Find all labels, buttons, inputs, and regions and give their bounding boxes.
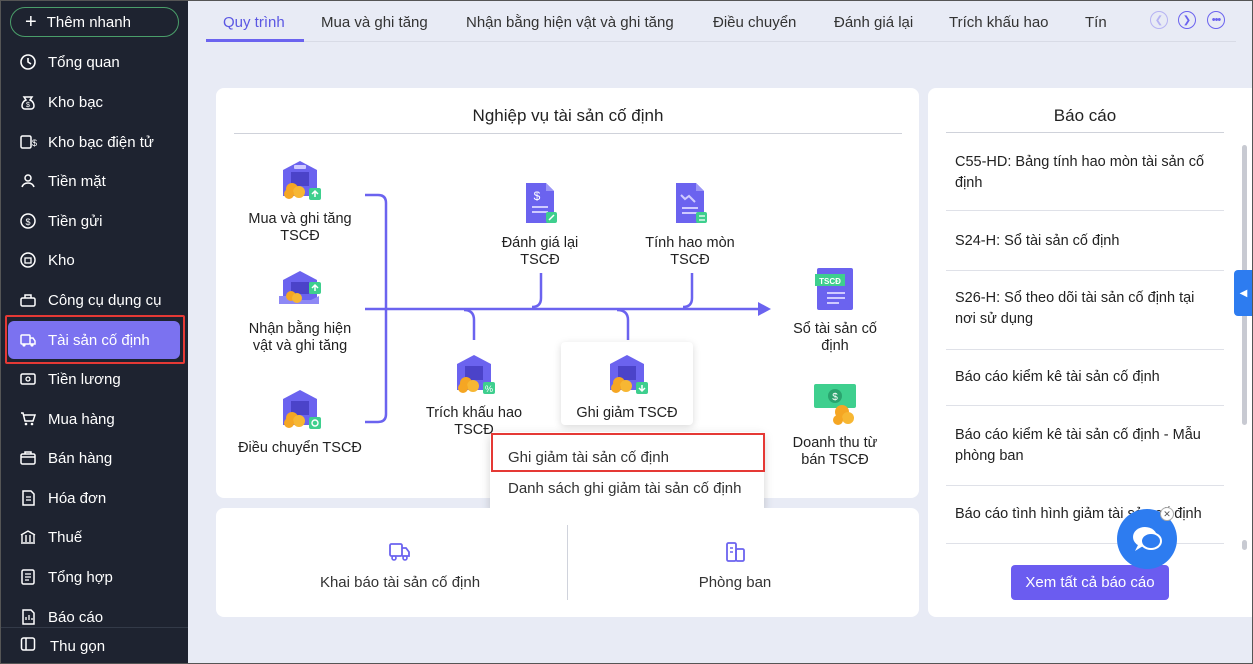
dropdown-option-danh-sach[interactable]: Danh sách ghi giảm tài sản cố định: [508, 480, 741, 497]
report-item[interactable]: Báo cáo kiểm kê tài sản cố định - Mẫu ph…: [955, 425, 1217, 467]
khai-bao-tscd-button[interactable]: Khai báo tài sản cố định: [300, 540, 500, 591]
asset-ledger-icon: TSCĐ: [815, 268, 853, 310]
node-trich-khau-hao[interactable]: % Trích khấu hao TSCĐ: [416, 350, 532, 439]
node-ghi-giam[interactable]: Ghi giảm TSCĐ: [566, 350, 688, 422]
svg-text:$: $: [534, 189, 541, 203]
node-dieu-chuyen[interactable]: Điều chuyển TSCĐ: [238, 385, 362, 457]
report-separator: [946, 210, 1224, 211]
svg-text:$: $: [832, 392, 838, 403]
report-item[interactable]: S26-H: Sổ theo dõi tài sản cố định tại n…: [955, 288, 1217, 330]
node-doanh-thu[interactable]: $ Doanh thu từ bán TSCĐ: [785, 380, 885, 469]
phong-ban-button[interactable]: Phòng ban: [665, 540, 805, 591]
report-item[interactable]: C55-HD: Bảng tính hao mòn tài sản cố địn…: [955, 152, 1217, 194]
node-tinh-hao-mon[interactable]: Tính hao mòn TSCĐ: [640, 180, 740, 269]
report-scrollbar-end: [1242, 540, 1247, 550]
transfer-asset-icon: [283, 390, 321, 429]
report-separator: [946, 405, 1224, 406]
chat-close-icon[interactable]: ✕: [1160, 507, 1174, 521]
report-separator: [946, 543, 1224, 544]
node-label: Nhận bằng hiện vật và ghi tăng: [248, 321, 352, 354]
node-label: Đánh giá lại TSCĐ: [501, 235, 579, 268]
purchase-asset-icon: [283, 161, 321, 200]
phong-ban-label: Phòng ban: [698, 574, 772, 591]
node-label: Doanh thu từ bán TSCĐ: [792, 435, 878, 468]
khai-bao-label: Khai báo tài sản cố định: [319, 574, 481, 591]
svg-text:%: %: [485, 384, 493, 394]
node-label: Ghi giảm TSCĐ: [576, 405, 678, 421]
report-separator: [946, 270, 1224, 271]
view-all-reports-button[interactable]: Xem tất cả báo cáo: [1011, 565, 1169, 600]
expand-panel-icon[interactable]: ◀: [1234, 270, 1253, 316]
node-label: Tính hao mòn TSCĐ: [645, 235, 735, 268]
node-label: Mua và ghi tăng TSCĐ: [248, 211, 352, 244]
node-label: Điều chuyển TSCĐ: [238, 440, 362, 456]
depreciation-doc-icon: [676, 183, 707, 223]
report-separator: [946, 349, 1224, 350]
node-label: Sổ tài sản cố định: [793, 321, 877, 354]
receive-asset-icon: [279, 271, 321, 304]
report-title-divider: [946, 132, 1224, 133]
report-item[interactable]: S24-H: Sổ tài sản cố định: [955, 231, 1217, 252]
department-icon: [726, 542, 745, 562]
node-mua-ghi-tang[interactable]: Mua và ghi tăng TSCĐ: [238, 156, 362, 245]
amortization-icon: %: [457, 355, 495, 394]
tscd-tag: TSCĐ: [819, 277, 841, 286]
node-danh-gia-lai[interactable]: $ Đánh giá lại TSCĐ: [490, 180, 590, 269]
truck-icon: [389, 543, 410, 561]
report-title: Báo cáo: [1053, 106, 1117, 125]
revaluation-doc-icon: $: [526, 183, 557, 223]
shortcuts-divider: [567, 525, 568, 600]
node-so-tai-san[interactable]: TSCĐ Sổ tài sản cố định: [785, 266, 885, 355]
report-item[interactable]: Báo cáo tình hình giảm tài sản cố định: [955, 504, 1217, 525]
report-item[interactable]: Báo cáo kiểm kê tài sản cố định: [955, 367, 1217, 388]
report-separator: [946, 485, 1224, 486]
decrease-asset-icon: [610, 355, 648, 394]
revenue-icon: $: [814, 384, 856, 425]
node-nhan-hien-vat[interactable]: Nhận bằng hiện vật và ghi tăng: [238, 266, 362, 355]
dropdown-option-highlight: [491, 433, 765, 472]
